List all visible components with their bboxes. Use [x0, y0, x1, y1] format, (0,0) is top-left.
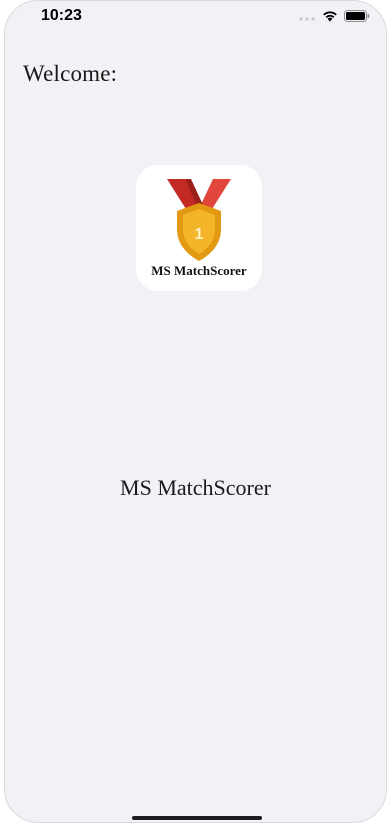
app-title: MS MatchScorer	[120, 475, 271, 500]
home-indicator[interactable]	[132, 816, 262, 820]
medal-number: 1	[195, 226, 204, 243]
medal-icon: 1	[167, 179, 231, 261]
status-bar: 10:23	[5, 1, 386, 41]
app-logo: 1 MS MatchScorer	[136, 165, 262, 291]
welcome-label: Welcome:	[23, 61, 118, 86]
status-icons	[298, 9, 370, 27]
signal-dots-icon	[298, 9, 316, 27]
device-screen: 10:23 Welcome: 1 MS MatchScorer MS Match…	[4, 0, 387, 823]
wifi-icon	[322, 9, 338, 27]
battery-icon	[344, 9, 370, 27]
logo-caption: MS MatchScorer	[151, 263, 247, 278]
status-time: 10:23	[41, 7, 82, 24]
